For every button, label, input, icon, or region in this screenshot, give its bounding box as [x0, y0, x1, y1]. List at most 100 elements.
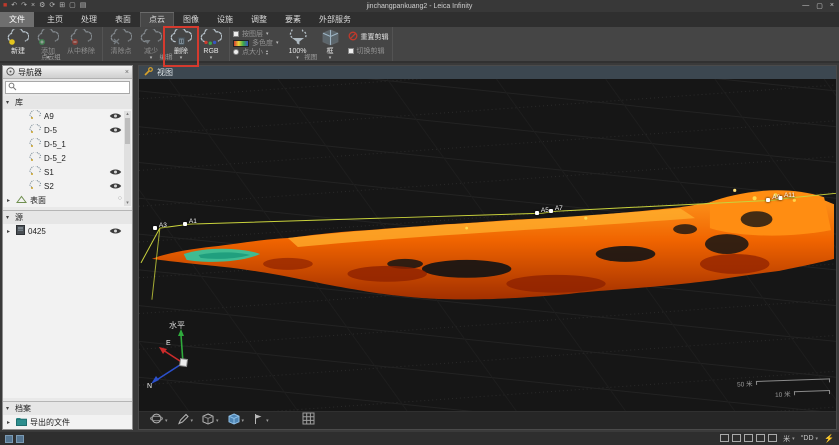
- survey-point-A5[interactable]: A5: [535, 211, 549, 215]
- grid-icon: [302, 412, 315, 430]
- search-input[interactable]: [19, 84, 127, 91]
- visibility-eye-icon[interactable]: [109, 126, 122, 136]
- survey-point-A7[interactable]: A7: [549, 209, 563, 213]
- save-view-icon[interactable]: [744, 434, 753, 444]
- clip-box-tool[interactable]: ▾: [225, 411, 248, 431]
- tree-scrollbar[interactable]: ▴▾: [124, 111, 131, 206]
- window-icon[interactable]: ⊞: [59, 0, 65, 12]
- pointcloud-icon: [29, 138, 41, 150]
- tab-adjustments[interactable]: 调整: [242, 12, 276, 27]
- cloud-rgb-icon: [200, 29, 222, 48]
- nav-section-header-library[interactable]: ▾库: [3, 96, 132, 109]
- window-title: jinchangpankuang2 - Leica Infinity: [0, 3, 839, 10]
- survey-point-A1[interactable]: A1: [183, 222, 197, 226]
- grid-icon[interactable]: [768, 434, 777, 444]
- point-cloud-canvas: [139, 79, 836, 411]
- nav-section-header-archive[interactable]: ▾档案: [3, 402, 132, 415]
- cube-icon: [202, 412, 214, 430]
- pointcloud-icon: [29, 166, 41, 178]
- layout-icon[interactable]: ▤: [80, 0, 87, 12]
- delete-icon[interactable]: ×: [31, 0, 35, 12]
- tab-surfaces[interactable]: 表面: [106, 12, 140, 27]
- maximize-button[interactable]: ▢: [816, 2, 823, 10]
- navigator-title: 导航器: [18, 67, 122, 78]
- viewport-scene[interactable]: A3A1A5A7A9A11 水平 E N 50 米 10 米: [139, 79, 836, 411]
- density-funnel-icon: [287, 29, 309, 48]
- quick-access-toolbar: ■ ↶ ↷ × ⚙ ⟳ ⊞ ▢ ▤: [0, 0, 86, 12]
- expand-arrow-icon[interactable]: ▸: [7, 228, 13, 235]
- tab-label: 主页: [47, 14, 63, 25]
- screen-icon[interactable]: [720, 434, 729, 444]
- scroll-down-icon[interactable]: ▾: [126, 200, 129, 206]
- ribbon: 新建添加▾从中移除 点云组 清除点减少▾删除▾RGB▾ 编辑 按图层 ▾ 多色度…: [0, 27, 839, 63]
- point-dot: [549, 209, 553, 213]
- point-dot: [778, 196, 782, 200]
- survey-point-A11[interactable]: A11: [778, 196, 795, 200]
- survey-point-A3[interactable]: A3: [153, 226, 167, 230]
- redo-icon[interactable]: ↷: [21, 0, 27, 12]
- visibility-eye-icon[interactable]: [109, 182, 122, 192]
- expand-arrow-icon[interactable]: ▸: [7, 419, 13, 426]
- layout-icon[interactable]: [756, 434, 765, 444]
- point-dot: [153, 226, 157, 230]
- length-unit-dropdown[interactable]: 米▾: [783, 434, 795, 444]
- nav-item-s1[interactable]: S1: [3, 165, 132, 179]
- chevron-down-icon: ▾: [216, 418, 219, 424]
- scale-bar-line: [756, 378, 830, 385]
- angle-unit-dropdown[interactable]: °DD▾: [801, 435, 818, 442]
- nav-item-exported-files[interactable]: ▸导出的文件: [3, 415, 132, 429]
- close-button[interactable]: ×: [830, 2, 834, 10]
- search-icon: [8, 82, 17, 93]
- by-layer-checkbox[interactable]: [233, 31, 239, 37]
- nav-item-d-5[interactable]: D-5: [3, 123, 132, 137]
- viewport-panel: 视图: [138, 65, 837, 430]
- tab-features[interactable]: 要素: [276, 12, 310, 27]
- viewport-tab-label[interactable]: 视图: [157, 67, 173, 78]
- tab-file[interactable]: 文件: [0, 12, 34, 27]
- visibility-eye-icon[interactable]: [109, 227, 122, 237]
- close-tool-icon[interactable]: ▢: [69, 0, 76, 12]
- panel-close-icon[interactable]: ×: [125, 69, 129, 76]
- visibility-eye-icon[interactable]: [109, 168, 122, 178]
- nav-item-0425[interactable]: ▸0425: [3, 224, 132, 238]
- settings-icon[interactable]: ⚙: [39, 0, 45, 12]
- snapshot-icon[interactable]: [732, 434, 741, 444]
- point-dot: [535, 211, 539, 215]
- tab-label: 调整: [251, 14, 267, 25]
- message-icon[interactable]: [16, 435, 24, 443]
- ribbon-button-reset-clip[interactable]: 重置剪辑: [348, 31, 389, 43]
- visibility-eye-icon[interactable]: [109, 112, 122, 122]
- nav-item-d-5-1[interactable]: D-5_1: [3, 137, 132, 151]
- tab-home[interactable]: 主页: [38, 12, 72, 27]
- scroll-up-icon[interactable]: ▴: [126, 111, 129, 117]
- tab-point-cloud[interactable]: 点云: [140, 12, 174, 27]
- panel-toggle-icon[interactable]: [5, 435, 13, 443]
- nav-item-surfaces[interactable]: ▸表面○: [3, 193, 132, 207]
- scroll-thumb[interactable]: [125, 118, 130, 144]
- tab-label: 图像: [183, 14, 199, 25]
- expand-arrow-icon[interactable]: ▸: [7, 197, 13, 204]
- cloud-remove-icon: [70, 29, 92, 48]
- ribbon-group-view: 按图层 ▾ 多色度 ▾ 点大小 ▴▾ 100% ▾: [230, 27, 393, 61]
- tab-processing[interactable]: 处理: [72, 12, 106, 27]
- minimize-button[interactable]: —: [802, 2, 809, 10]
- flag-tool[interactable]: ▾: [250, 411, 272, 431]
- tab-imaging[interactable]: 图像: [174, 12, 208, 27]
- folder-icon: [16, 417, 27, 428]
- undo-icon[interactable]: ↶: [11, 0, 17, 12]
- grid-tool[interactable]: [299, 411, 318, 431]
- nav-item-s2[interactable]: S2: [3, 179, 132, 193]
- view-cube-tool[interactable]: ▾: [199, 411, 222, 431]
- chevron-down-icon: ▾: [792, 436, 795, 442]
- nav-item-a9[interactable]: A9: [3, 109, 132, 123]
- measure-tool[interactable]: ▾: [174, 411, 197, 431]
- box-icon: [321, 29, 340, 48]
- nav-section-header-sources[interactable]: ▾源: [3, 211, 132, 224]
- refresh-icon[interactable]: ⟳: [49, 0, 55, 12]
- app-logo-icon[interactable]: ■: [3, 0, 7, 12]
- tab-infrastructure[interactable]: 设施: [208, 12, 242, 27]
- nav-item-label: 表面: [30, 195, 46, 206]
- tab-services[interactable]: 外部服务: [310, 12, 360, 27]
- orbit-tool[interactable]: ▾: [147, 411, 171, 431]
- nav-item-d-5-2[interactable]: D-5_2: [3, 151, 132, 165]
